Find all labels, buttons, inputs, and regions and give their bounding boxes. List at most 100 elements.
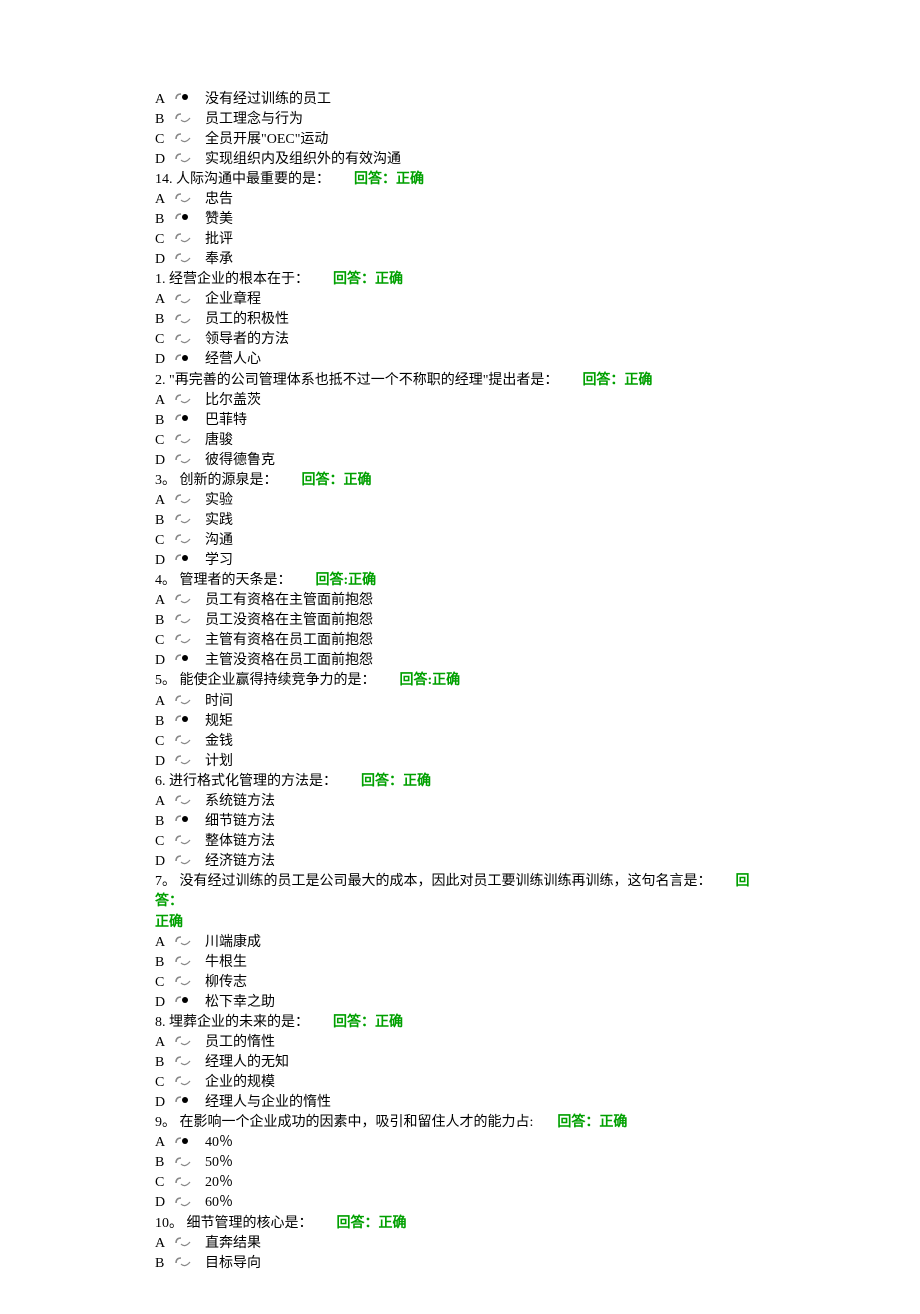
option-text: 规矩 [201, 712, 233, 732]
option-row[interactable]: D实现组织内及组织外的有效沟通 [155, 150, 765, 170]
option-row[interactable]: D经理人与企业的惰性 [155, 1093, 765, 1113]
radio-icon[interactable] [173, 1256, 201, 1272]
option-letter: A [155, 591, 173, 611]
option-text: 柳传志 [201, 973, 247, 993]
option-row[interactable]: A实验 [155, 491, 765, 511]
radio-icon[interactable] [173, 694, 201, 710]
radio-icon[interactable] [173, 593, 201, 609]
option-row[interactable]: C金钱 [155, 732, 765, 752]
radio-icon[interactable] [173, 1095, 201, 1111]
radio-icon[interactable] [173, 955, 201, 971]
option-row[interactable]: C20％ [155, 1174, 765, 1194]
radio-icon[interactable] [173, 513, 201, 529]
radio-icon[interactable] [173, 854, 201, 870]
option-row[interactable]: B赞美 [155, 210, 765, 230]
option-row[interactable]: B50％ [155, 1154, 765, 1174]
option-row[interactable]: C沟通 [155, 531, 765, 551]
radio-icon[interactable] [173, 995, 201, 1011]
option-row[interactable]: D经济链方法 [155, 852, 765, 872]
option-row[interactable]: C唐骏 [155, 431, 765, 451]
radio-icon[interactable] [173, 1055, 201, 1071]
option-row[interactable]: C企业的规模 [155, 1073, 765, 1093]
radio-icon[interactable] [173, 653, 201, 669]
radio-icon[interactable] [173, 714, 201, 730]
radio-icon[interactable] [173, 152, 201, 168]
option-row[interactable]: B员工的积极性 [155, 311, 765, 331]
radio-icon[interactable] [173, 132, 201, 148]
option-text: 奉承 [201, 250, 233, 270]
question-stem: 3。 创新的源泉是：回答：正确 [155, 471, 765, 491]
radio-icon[interactable] [173, 1136, 201, 1152]
radio-icon[interactable] [173, 433, 201, 449]
option-text: 员工理念与行为 [201, 110, 303, 130]
option-row[interactable]: A系统链方法 [155, 792, 765, 812]
option-row[interactable]: C整体链方法 [155, 832, 765, 852]
radio-icon[interactable] [173, 293, 201, 309]
radio-icon[interactable] [173, 333, 201, 349]
option-row[interactable]: C全员开展"OEC"运动 [155, 130, 765, 150]
radio-icon[interactable] [173, 493, 201, 509]
radio-icon[interactable] [173, 453, 201, 469]
option-row[interactable]: B员工没资格在主管面前抱怨 [155, 611, 765, 631]
option-text: 员工没资格在主管面前抱怨 [201, 611, 373, 631]
option-row[interactable]: A40％ [155, 1134, 765, 1154]
option-row[interactable]: C领导者的方法 [155, 331, 765, 351]
radio-icon[interactable] [173, 794, 201, 810]
option-row[interactable]: C批评 [155, 230, 765, 250]
option-row[interactable]: B目标导向 [155, 1254, 765, 1274]
radio-icon[interactable] [173, 754, 201, 770]
radio-icon[interactable] [173, 1075, 201, 1091]
option-row[interactable]: D奉承 [155, 250, 765, 270]
option-row[interactable]: A忠告 [155, 190, 765, 210]
option-letter: A [155, 1133, 173, 1153]
radio-icon[interactable] [173, 1196, 201, 1212]
option-row[interactable]: B巴菲特 [155, 411, 765, 431]
radio-icon[interactable] [173, 393, 201, 409]
radio-icon[interactable] [173, 232, 201, 248]
radio-icon[interactable] [173, 413, 201, 429]
option-row[interactable]: B规矩 [155, 712, 765, 732]
option-row[interactable]: D松下幸之助 [155, 993, 765, 1013]
radio-icon[interactable] [173, 1176, 201, 1192]
radio-icon[interactable] [173, 252, 201, 268]
radio-icon[interactable] [173, 834, 201, 850]
option-row[interactable]: B实践 [155, 511, 765, 531]
radio-icon[interactable] [173, 1236, 201, 1252]
option-row[interactable]: D主管没资格在员工面前抱怨 [155, 651, 765, 671]
option-row[interactable]: A时间 [155, 692, 765, 712]
option-row[interactable]: B细节链方法 [155, 812, 765, 832]
option-row[interactable]: D学习 [155, 551, 765, 571]
radio-icon[interactable] [173, 212, 201, 228]
option-row[interactable]: B经理人的无知 [155, 1053, 765, 1073]
radio-icon[interactable] [173, 353, 201, 369]
radio-icon[interactable] [173, 92, 201, 108]
radio-icon[interactable] [173, 935, 201, 951]
radio-icon[interactable] [173, 734, 201, 750]
option-row[interactable]: A员工有资格在主管面前抱怨 [155, 591, 765, 611]
option-row[interactable]: B牛根生 [155, 953, 765, 973]
option-row[interactable]: C主管有资格在员工面前抱怨 [155, 631, 765, 651]
option-row[interactable]: A企业章程 [155, 291, 765, 311]
radio-icon[interactable] [173, 975, 201, 991]
radio-icon[interactable] [173, 553, 201, 569]
option-row[interactable]: B员工理念与行为 [155, 110, 765, 130]
radio-icon[interactable] [173, 814, 201, 830]
option-row[interactable]: A员工的惰性 [155, 1033, 765, 1053]
option-row[interactable]: D彼得德鲁克 [155, 451, 765, 471]
option-row[interactable]: A川端康成 [155, 933, 765, 953]
radio-icon[interactable] [173, 633, 201, 649]
radio-icon[interactable] [173, 192, 201, 208]
option-row[interactable]: D经营人心 [155, 351, 765, 371]
radio-icon[interactable] [173, 1156, 201, 1172]
radio-icon[interactable] [173, 313, 201, 329]
option-row[interactable]: A直奔结果 [155, 1234, 765, 1254]
option-row[interactable]: C柳传志 [155, 973, 765, 993]
radio-icon[interactable] [173, 533, 201, 549]
radio-icon[interactable] [173, 112, 201, 128]
radio-icon[interactable] [173, 613, 201, 629]
option-row[interactable]: D60％ [155, 1194, 765, 1214]
option-row[interactable]: A没有经过训练的员工 [155, 90, 765, 110]
option-row[interactable]: A比尔盖茨 [155, 391, 765, 411]
radio-icon[interactable] [173, 1035, 201, 1051]
option-row[interactable]: D计划 [155, 752, 765, 772]
